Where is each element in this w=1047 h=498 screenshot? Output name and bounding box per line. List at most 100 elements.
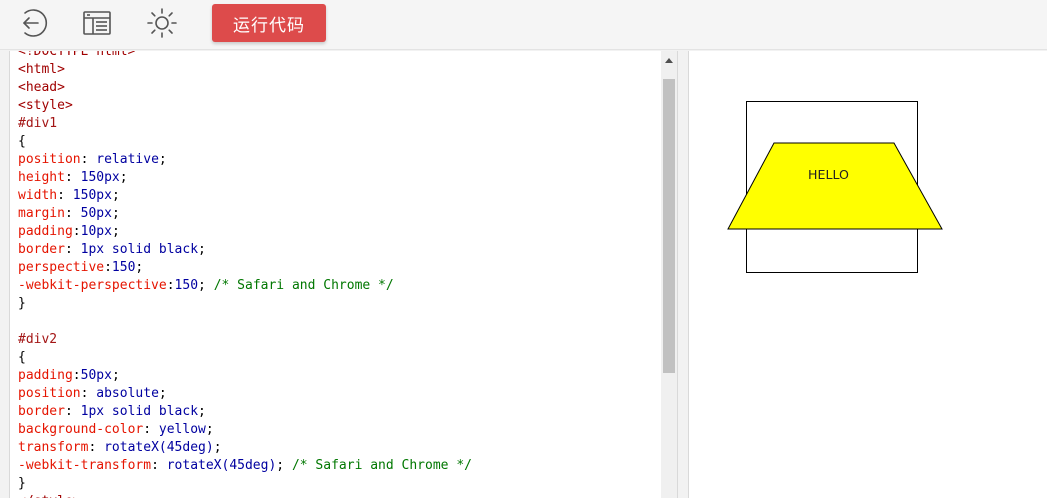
code-line[interactable]: border: 1px solid black;	[18, 403, 472, 421]
toolbar: 运行代码	[0, 0, 1047, 50]
code-token: <!DOCTYPE html>	[18, 51, 136, 59]
code-token: 10px	[80, 224, 112, 239]
code-line[interactable]: </style>	[18, 493, 472, 498]
code-token: 50px	[80, 368, 112, 383]
code-token: 150	[174, 278, 199, 293]
theme-sun-icon[interactable]	[145, 6, 179, 40]
code-line[interactable]: {	[18, 349, 472, 367]
code-token: border	[18, 404, 65, 419]
code-token: perspective	[18, 260, 105, 275]
code-token: 1px solid black	[80, 404, 199, 419]
editor-scrollbar[interactable]	[661, 51, 677, 498]
code-token: transform	[18, 440, 89, 455]
code-token: #div1	[18, 116, 58, 131]
code-line[interactable]	[18, 313, 472, 331]
code-token: ;	[119, 170, 128, 185]
code-token: :	[88, 440, 105, 455]
code-line[interactable]: }	[18, 295, 472, 313]
code-token: ;	[205, 422, 214, 437]
scroll-up-arrow-icon[interactable]	[661, 53, 677, 67]
code-line[interactable]: #div1	[18, 115, 472, 133]
code-token: /* Safari and Chrome */	[291, 458, 472, 473]
code-token: ;	[135, 260, 144, 275]
code-token: ;	[111, 224, 120, 239]
code-line[interactable]: position: relative;	[18, 151, 472, 169]
code-token: -webkit-perspective	[18, 278, 167, 293]
code-line[interactable]: margin: 50px;	[18, 205, 472, 223]
code-token: <html>	[18, 62, 65, 77]
code-token: 50px	[80, 206, 112, 221]
code-line[interactable]: #div2	[18, 331, 472, 349]
code-token: 150px	[72, 188, 112, 203]
code-token: {	[18, 350, 26, 365]
code-token: :	[166, 278, 175, 293]
code-line[interactable]: border: 1px solid black;	[18, 241, 472, 259]
code-token: ;	[213, 440, 222, 455]
code-editor[interactable]: <!DOCTYPE html> <html> <head> <style> #div1 {…	[9, 51, 678, 498]
code-token: ;	[276, 458, 292, 473]
code-line[interactable]: padding:50px;	[18, 367, 472, 385]
code-content[interactable]: <!DOCTYPE html> <html> <head> <style> #div1 {…	[18, 51, 472, 498]
code-token: :	[104, 260, 112, 275]
code-line[interactable]: padding:10px;	[18, 223, 472, 241]
code-line[interactable]: <html>	[18, 61, 472, 79]
code-line[interactable]: height: 150px;	[18, 169, 472, 187]
code-token: /* Safari and Chrome */	[213, 278, 394, 293]
run-code-button[interactable]: 运行代码	[212, 4, 326, 42]
code-token: position	[18, 386, 81, 401]
code-line[interactable]: background-color: yellow;	[18, 421, 472, 439]
code-token: :	[80, 386, 97, 401]
code-line[interactable]: {	[18, 133, 472, 151]
code-token: padding	[18, 224, 73, 239]
code-line[interactable]: <!DOCTYPE html>	[18, 51, 472, 61]
code-line[interactable]: transform: rotateX(45deg);	[18, 439, 472, 457]
code-line[interactable]: }	[18, 475, 472, 493]
code-token: background-color	[18, 422, 144, 437]
code-token: position	[18, 152, 81, 167]
code-token: :	[72, 368, 81, 383]
code-token: absolute	[96, 386, 159, 401]
code-token: :	[64, 242, 81, 257]
code-token: -webkit-transform	[18, 458, 152, 473]
code-line[interactable]: perspective:150;	[18, 259, 472, 277]
code-token: :	[72, 224, 81, 239]
code-token: ;	[111, 206, 120, 221]
code-token: ;	[198, 242, 206, 257]
code-token: margin	[18, 206, 65, 221]
code-token: ;	[111, 188, 120, 203]
code-line[interactable]: -webkit-transform: rotateX(45deg); /* Sa…	[18, 457, 472, 475]
code-token: ;	[158, 386, 167, 401]
code-line[interactable]: position: absolute;	[18, 385, 472, 403]
code-line[interactable]: width: 150px;	[18, 187, 472, 205]
code-token: border	[18, 242, 65, 257]
code-token: :	[151, 458, 167, 473]
code-token: :	[64, 206, 81, 221]
code-line[interactable]: <head>	[18, 79, 472, 97]
code-token: }	[18, 476, 26, 491]
code-line[interactable]: -webkit-perspective:150; /* Safari and C…	[18, 277, 472, 295]
code-token: ;	[111, 368, 120, 383]
scroll-thumb[interactable]	[663, 79, 675, 373]
preview-div2-trapezoid	[727, 142, 943, 230]
code-token: {	[18, 134, 26, 149]
code-token: 150px	[80, 170, 120, 185]
code-token: ;	[158, 152, 167, 167]
code-line[interactable]: <style>	[18, 97, 472, 115]
code-token: 150	[111, 260, 136, 275]
layout-icon[interactable]	[80, 6, 114, 40]
code-token: }	[18, 296, 26, 311]
code-token: <head>	[18, 80, 65, 95]
code-token: padding	[18, 368, 73, 383]
code-token: yellow	[158, 422, 206, 437]
code-token: :	[143, 422, 159, 437]
code-token: height	[18, 170, 65, 185]
code-token: :	[64, 170, 81, 185]
preview-hello-text: HELLO	[808, 168, 849, 182]
code-token: </style>	[18, 494, 81, 498]
code-token: rotateX(45deg)	[104, 440, 214, 455]
code-token: :	[57, 188, 73, 203]
code-token: :	[64, 404, 81, 419]
code-token: :	[80, 152, 97, 167]
code-token: rotateX(45deg)	[166, 458, 277, 473]
back-icon[interactable]	[15, 6, 49, 40]
